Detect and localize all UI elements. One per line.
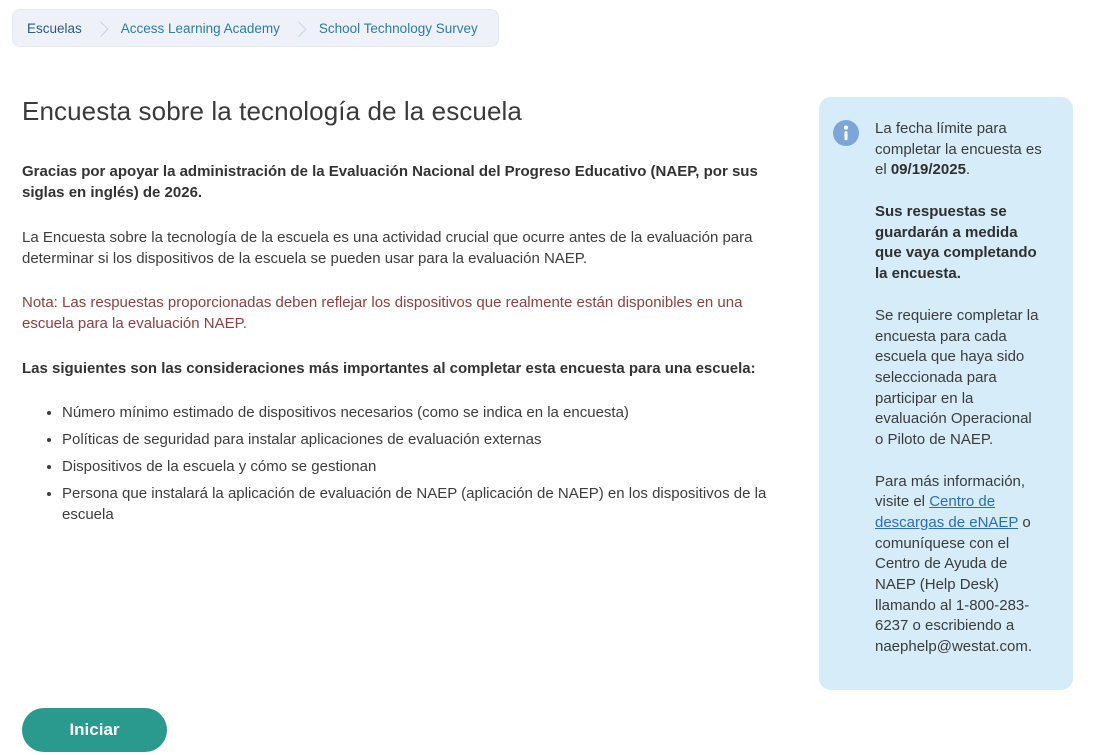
intro-paragraph: Gracias por apoyar la administración de … xyxy=(22,161,790,204)
more-info-text: Para más información, visite el Centro d… xyxy=(875,472,1043,658)
info-panel-body: La fecha límite para completar la encues… xyxy=(875,119,1043,664)
info-icon xyxy=(833,120,859,146)
start-survey-button[interactable]: Iniciar xyxy=(22,708,167,752)
page-title: Encuesta sobre la tecnología de la escue… xyxy=(22,96,790,127)
description-paragraph: La Encuesta sobre la tecnología de la es… xyxy=(22,227,790,270)
autosave-note: Sus respuestas se guardarán a medida que… xyxy=(875,202,1043,285)
list-item: Número mínimo estimado de dispositivos n… xyxy=(62,402,790,423)
deadline-date: 09/19/2025 xyxy=(891,161,966,178)
school-technology-survey-page: { "breadcrumb": { "items": [ { "label": … xyxy=(0,0,1098,755)
list-item: Dispositivos de la escuela y cómo se ges… xyxy=(62,456,790,477)
breadcrumb-item-escuelas[interactable]: Escuelas xyxy=(27,21,82,36)
list-item: Persona que instalará la aplicación de e… xyxy=(62,483,790,525)
info-panel: La fecha límite para completar la encues… xyxy=(819,97,1073,690)
survey-intro-content: Encuesta sobre la tecnología de la escue… xyxy=(22,96,790,531)
note-paragraph: Nota: Las respuestas proporcionadas debe… xyxy=(22,292,790,335)
considerations-list: Número mínimo estimado de dispositivos n… xyxy=(62,402,790,525)
breadcrumb-item-current-survey[interactable]: School Technology Survey xyxy=(319,21,478,36)
chevron-right-icon xyxy=(93,21,109,37)
chevron-right-icon xyxy=(291,21,307,37)
deadline-text: La fecha límite para completar la encues… xyxy=(875,119,1043,181)
considerations-heading: Las siguientes son las consideraciones m… xyxy=(22,358,790,379)
breadcrumb: Escuelas Access Learning Academy School … xyxy=(12,9,499,47)
list-item: Políticas de seguridad para instalar apl… xyxy=(62,429,790,450)
requirement-text: Se requiere completar la encuesta para c… xyxy=(875,306,1043,451)
breadcrumb-item-school-name[interactable]: Access Learning Academy xyxy=(121,21,280,36)
